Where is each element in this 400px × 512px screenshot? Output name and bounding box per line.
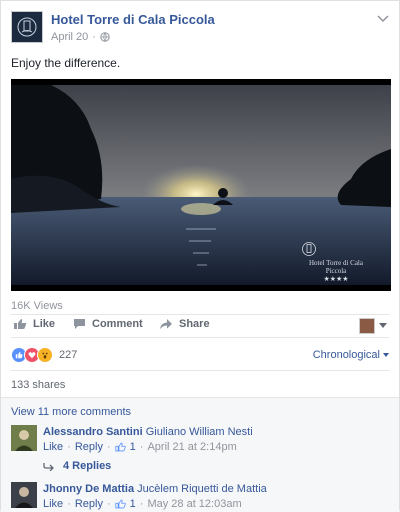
hotel-crest-icon <box>302 242 316 256</box>
comment-timestamp[interactable]: May 28 at 12:03am <box>147 498 241 510</box>
commenter-avatar[interactable] <box>11 425 37 451</box>
view-count: 16K Views <box>11 300 63 312</box>
video-overlay-label: Hotel Torre di Cala Piccola <box>308 259 363 275</box>
rating-stars: ★★★★ <box>323 275 349 283</box>
replies-label: 4 Replies <box>63 460 112 472</box>
comment-button[interactable]: Comment <box>73 318 143 330</box>
share-label: Share <box>179 318 210 330</box>
post-card: Hotel Torre di Cala Piccola April 20 · E… <box>0 0 400 512</box>
comment-like-link[interactable]: Like <box>43 498 63 510</box>
post-as-selector[interactable] <box>359 318 387 334</box>
sort-label: Chronological <box>312 349 380 361</box>
wow-reaction-icon <box>37 347 53 363</box>
comment-icon <box>74 319 85 329</box>
commenter-avatar[interactable] <box>11 482 37 508</box>
comment-actions: Like · Reply · 1 · April 21 at 2:14pm <box>43 441 237 453</box>
comment-mention[interactable]: Giuliano William Nesti <box>146 426 253 438</box>
comments-section: View 11 more comments Alessandro Santini… <box>1 397 399 512</box>
comment-reply-link[interactable]: Reply <box>75 441 103 453</box>
caret-down-icon <box>379 323 387 328</box>
share-button[interactable]: Share <box>159 318 210 330</box>
meta-dot: · <box>92 31 96 43</box>
comment-text: Jhonny De Mattia Jucèlem Riquetti de Mat… <box>43 483 267 495</box>
page-name-link[interactable]: Hotel Torre di Cala Piccola <box>51 12 215 27</box>
comment-like-count[interactable]: 1 <box>130 498 136 510</box>
post-options-button[interactable] <box>375 11 391 27</box>
comment-mention[interactable]: Jucèlem Riquetti de Mattia <box>137 483 267 495</box>
thumbs-up-icon <box>115 499 126 509</box>
shares-count-link[interactable]: 133 shares <box>11 379 65 391</box>
comment-like-count[interactable]: 1 <box>130 441 136 453</box>
divider <box>11 370 389 371</box>
post-meta: April 20 · <box>51 31 110 43</box>
comment-text: Alessandro Santini Giuliano William Nest… <box>43 426 253 438</box>
video-player[interactable]: Hotel Torre di Cala Piccola ★★★★ <box>11 79 391 291</box>
hotel-logo-icon <box>17 17 37 37</box>
comment-sort-dropdown[interactable]: Chronological <box>313 349 389 361</box>
comment-reply-link[interactable]: Reply <box>75 498 103 510</box>
reaction-count: 227 <box>59 349 78 361</box>
like-button[interactable]: Like <box>13 318 55 330</box>
post-date[interactable]: April 20 <box>51 31 88 43</box>
comment-author[interactable]: Jhonny De Mattia <box>43 483 134 495</box>
view-replies-link[interactable]: 4 Replies <box>43 460 111 472</box>
comment-author[interactable]: Alessandro Santini <box>43 426 143 438</box>
reactions-summary[interactable]: 227 <box>11 347 77 363</box>
post-text: Enjoy the difference. <box>11 56 121 70</box>
thumbs-up-icon <box>14 319 27 329</box>
view-more-comments-link[interactable]: View 11 more comments <box>11 406 131 418</box>
like-label: Like <box>33 318 56 330</box>
comment-label: Comment <box>92 318 143 330</box>
comment-actions: Like · Reply · 1 · May 28 at 12:03am <box>43 498 242 510</box>
caret-down-icon <box>383 353 389 357</box>
thumbs-up-icon <box>115 442 126 452</box>
divider <box>11 337 389 338</box>
chevron-down-icon <box>377 15 389 23</box>
divider <box>11 314 389 315</box>
comment-like-link[interactable]: Like <box>43 441 63 453</box>
reply-arrow-icon <box>43 462 54 471</box>
video-overlay-logo: Hotel Torre di Cala Piccola ★★★★ <box>301 241 371 283</box>
globe-icon[interactable] <box>100 32 110 42</box>
page-avatar[interactable] <box>11 11 43 43</box>
user-avatar <box>359 318 375 334</box>
comment-timestamp[interactable]: April 21 at 2:14pm <box>147 441 236 453</box>
share-arrow-icon <box>160 319 172 329</box>
